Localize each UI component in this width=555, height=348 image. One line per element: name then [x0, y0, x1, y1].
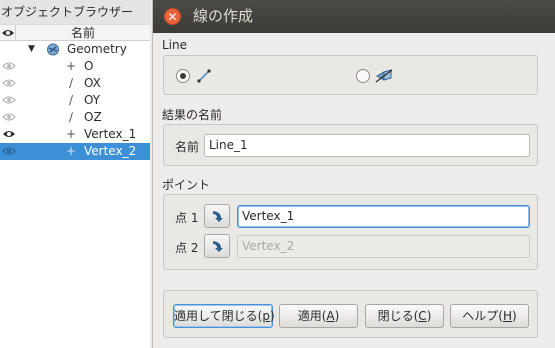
apply-button[interactable]: 適用(A) [279, 304, 358, 328]
line-icon: ∕ [68, 110, 74, 124]
help-button[interactable]: ヘルプ(H) [450, 304, 529, 328]
line-icon: ∕ [68, 76, 74, 90]
eye-hidden-icon[interactable] [2, 112, 16, 122]
point1-input[interactable]: Vertex_1 [237, 205, 530, 228]
tree-item-o[interactable]: + O [0, 58, 150, 75]
tree-item-label: O [84, 59, 94, 73]
line-method-box [163, 55, 538, 95]
help-end: ) [512, 309, 517, 323]
apply-text: 適用( [297, 309, 327, 323]
dialog-titlebar[interactable]: ✕ 線の作成 [153, 0, 555, 33]
object-browser: オブジェクトブラウザー 名前 ▼ Geometry + O ∕ OX ∕ OY … [0, 0, 150, 348]
tree-item-oz[interactable]: ∕ OZ [0, 109, 150, 126]
tree-item-label: Vertex_2 [84, 144, 137, 158]
line-two-points-icon [197, 69, 211, 83]
eye-hidden-icon[interactable] [2, 78, 16, 88]
result-name-box: 名前 Line_1 [163, 124, 538, 166]
name-column-header[interactable]: 名前 [16, 25, 150, 41]
tree-item-vertex-1[interactable]: + Vertex_1 [0, 126, 150, 143]
tree-item-label: Vertex_1 [84, 127, 137, 141]
close-icon: ✕ [167, 10, 178, 24]
eye-hidden-icon[interactable] [2, 95, 16, 105]
close-text: 閉じる( [377, 309, 419, 323]
help-key: H [502, 309, 513, 323]
name-label: 名前 [175, 140, 200, 154]
points-box: 点 1 Vertex_1 点 2 Vertex_2 [163, 194, 538, 270]
eye-icon[interactable] [2, 129, 16, 139]
line-section-label: Line [162, 38, 188, 52]
tree-item-label: OX [84, 76, 101, 90]
select-arrow-icon [213, 241, 223, 252]
eye-icon [2, 30, 14, 36]
select-arrow-icon [213, 211, 223, 222]
line-icon: ∕ [68, 93, 74, 107]
expand-arrow-icon[interactable]: ▼ [28, 41, 35, 58]
point1-select-button[interactable] [204, 204, 230, 228]
apply-and-close-end: ) [269, 309, 275, 323]
help-text: ヘルプ( [462, 309, 503, 323]
close-key: C [418, 309, 427, 323]
geometry-icon [47, 43, 59, 56]
tree-item-vertex-2[interactable]: + Vertex_2 [0, 143, 150, 160]
create-line-dialog: ✕ 線の作成 Line 結果の名前 名前 Line_1 ポイント 点 1 Ver… [152, 0, 555, 348]
tree-item-ox[interactable]: ∕ OX [0, 75, 150, 92]
point2-select-button[interactable] [204, 234, 230, 258]
tree-item-geometry[interactable]: ▼ Geometry [0, 41, 150, 58]
apply-key: A [326, 309, 335, 323]
tree-item-label: OZ [84, 110, 102, 124]
vertex-icon: + [65, 59, 77, 73]
close-button[interactable]: 閉じる(C) [365, 304, 444, 328]
apply-and-close-key: p [262, 309, 270, 323]
result-name-section-label: 結果の名前 [162, 108, 223, 122]
close-window-button[interactable]: ✕ [164, 8, 181, 25]
tree-item-label: Geometry [67, 42, 127, 56]
vertex-icon: + [65, 127, 77, 141]
tree-header: 名前 [0, 24, 150, 41]
line-two-faces-icon [375, 69, 393, 83]
object-browser-title: オブジェクトブラウザー [0, 0, 150, 24]
eye-hidden-icon[interactable] [2, 146, 16, 156]
visibility-column-header[interactable] [0, 25, 16, 41]
vertex-icon: + [65, 144, 77, 158]
tree-item-label: OY [84, 93, 101, 107]
points-section-label: ポイント [162, 178, 211, 192]
apply-and-close-text: 適用して閉じる( [174, 309, 263, 323]
eye-hidden-icon[interactable] [2, 61, 16, 71]
dialog-title: 線の作成 [193, 7, 254, 25]
result-name-input[interactable]: Line_1 [204, 134, 530, 157]
point2-input[interactable]: Vertex_2 [237, 235, 530, 258]
close-end: ) [426, 309, 432, 323]
two-points-radio[interactable] [176, 69, 190, 83]
apply-and-close-button[interactable]: 適用して閉じる(p) [173, 304, 275, 328]
point1-label: 点 1 [175, 211, 199, 225]
tree-item-oy[interactable]: ∕ OY [0, 92, 150, 109]
apply-end: ) [334, 309, 340, 323]
point2-label: 点 2 [175, 241, 199, 255]
two-faces-radio[interactable] [356, 69, 370, 83]
